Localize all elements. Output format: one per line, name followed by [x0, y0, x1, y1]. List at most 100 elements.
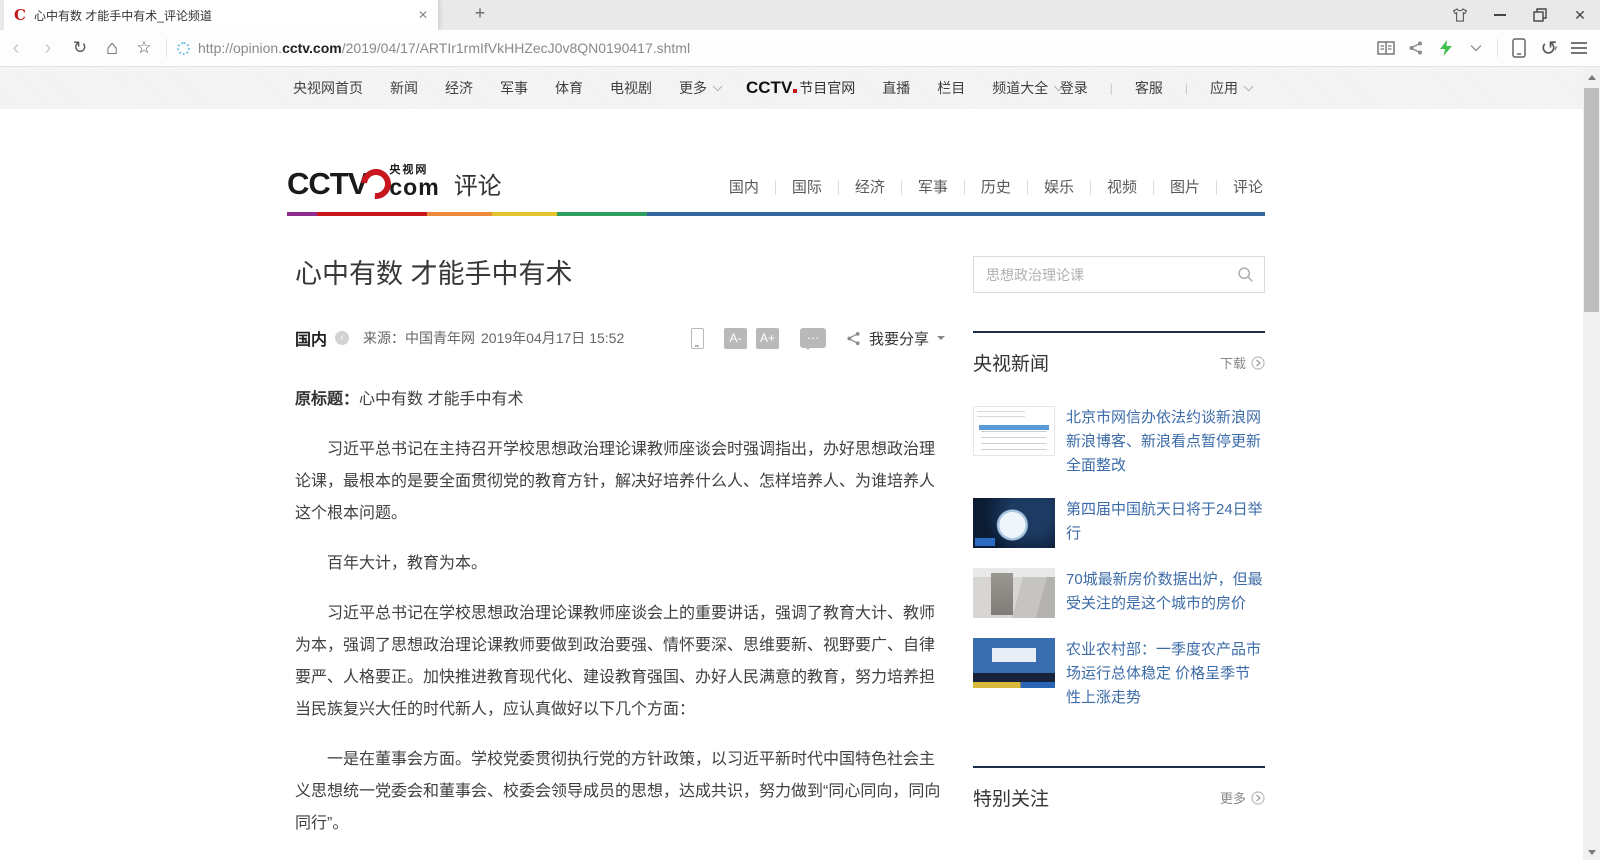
- scroll-down-arrow[interactable]: [1583, 844, 1600, 860]
- search-box: [973, 256, 1265, 293]
- news-item[interactable]: 第四届中国航天日将于24日举行: [973, 498, 1265, 548]
- topnav-item-news[interactable]: 新闻: [390, 78, 418, 98]
- topnav-channels-dropdown[interactable]: 频道大全: [992, 78, 1060, 98]
- news-section-title: 央视新闻: [973, 349, 1049, 376]
- apps-dropdown[interactable]: 应用: [1210, 78, 1250, 98]
- bookmark-star-button[interactable]: ☆: [128, 33, 160, 63]
- more-link[interactable]: 更多: [1220, 788, 1265, 807]
- news-item[interactable]: 北京市网信办依法约谈新浪网 新浪博客、新浪看点暂停更新全面整改: [973, 406, 1265, 478]
- red-dot-icon: [793, 89, 797, 93]
- forward-button[interactable]: ›: [32, 33, 64, 63]
- article: 心中有数 才能手中有术 国内 ‹ 来源：中国青年网 2019年04月17日 15…: [287, 256, 945, 858]
- close-window-button[interactable]: ✕: [1560, 0, 1600, 30]
- accelerator-button[interactable]: [1431, 33, 1461, 63]
- category-label[interactable]: 国内: [295, 326, 327, 350]
- chevron-down-icon: [1244, 81, 1254, 91]
- restore-button[interactable]: [1520, 0, 1560, 30]
- topnav-item-economy[interactable]: 经济: [445, 78, 473, 98]
- search-icon[interactable]: [1237, 266, 1254, 283]
- channel-world[interactable]: 国际: [775, 180, 838, 195]
- topnav-item-live[interactable]: 直播: [882, 78, 910, 98]
- news-title: 70城最新房价数据出炉，但最受关注的是这个城市的房价: [1066, 568, 1265, 618]
- new-tab-button[interactable]: +: [468, 3, 492, 24]
- topnav-right: 登录 | 客服 | 应用: [1060, 67, 1250, 109]
- font-decrease-button[interactable]: A-: [724, 328, 747, 349]
- share-label: 我要分享: [869, 328, 929, 349]
- news-list: 北京市网信办依法约谈新浪网 新浪博客、新浪看点暂停更新全面整改 第四届中国航天日…: [973, 406, 1265, 710]
- topnav-item-home[interactable]: 央视网首页: [293, 78, 363, 98]
- tab-close-icon[interactable]: ✕: [418, 8, 428, 22]
- browser-titlebar: C 心中有数 才能手中有术_评论频道 ✕ + ✕: [0, 0, 1600, 30]
- channel-opinion[interactable]: 评论: [1216, 180, 1265, 195]
- topnav-item-military[interactable]: 军事: [500, 78, 528, 98]
- theme-tshirt-button[interactable]: [1440, 0, 1480, 30]
- restore-tabs-button[interactable]: ↺▾: [1534, 33, 1564, 63]
- category-badge-icon[interactable]: ‹: [335, 331, 349, 345]
- news-thumb-document: [973, 406, 1055, 456]
- font-increase-button[interactable]: A+: [756, 328, 779, 349]
- site-info-icon[interactable]: [177, 42, 190, 55]
- mobile-read-icon[interactable]: [691, 328, 704, 349]
- menu-button[interactable]: [1564, 33, 1594, 63]
- news-item[interactable]: 农业农村部：一季度农产品市场运行总体稳定 价格呈季节性上涨走势: [973, 638, 1265, 710]
- service-link[interactable]: 客服: [1135, 78, 1163, 98]
- original-title-line: 原标题：心中有数 才能手中有术: [295, 384, 945, 416]
- channel-history[interactable]: 历史: [964, 180, 1027, 195]
- original-title-text: 心中有数 才能手中有术: [359, 391, 523, 408]
- scrollbar[interactable]: [1583, 67, 1600, 860]
- reading-mode-button[interactable]: [1371, 33, 1401, 63]
- browser-tab[interactable]: C 心中有数 才能手中有术_评论频道 ✕: [4, 0, 438, 30]
- topnav-item-tv[interactable]: 电视剧: [610, 78, 652, 98]
- main-columns: 心中有数 才能手中有术 国内 ‹ 来源：中国青年网 2019年04月17日 15…: [287, 256, 1265, 858]
- mobile-view-button[interactable]: [1504, 33, 1534, 63]
- topnav-more-dropdown[interactable]: 更多: [679, 78, 719, 98]
- tools-divider: [1497, 39, 1498, 57]
- topnav-left: 央视网首页 新闻 经济 军事 体育 电视剧 更多 CCTV节目官网 直播 栏目 …: [293, 67, 1087, 109]
- channel-economy[interactable]: 经济: [838, 180, 901, 195]
- lightning-icon: [1439, 40, 1453, 56]
- article-title: 心中有数 才能手中有术: [295, 256, 945, 292]
- date-text: 2019年04月17日 15:52: [481, 328, 624, 348]
- reading-mode-icon: [1377, 41, 1395, 55]
- topnav-item-columns[interactable]: 栏目: [937, 78, 965, 98]
- news-item[interactable]: 70城最新房价数据出炉，但最受关注的是这个城市的房价: [973, 568, 1265, 618]
- refresh-button[interactable]: ↻: [64, 33, 96, 63]
- chevron-down-icon: [1470, 44, 1482, 52]
- tshirt-icon: [1451, 6, 1469, 24]
- channel-ent[interactable]: 娱乐: [1027, 180, 1090, 195]
- paragraph: 一是在董事会方面。学校党委贯彻执行党的方针政策，以习近平新时代中国特色社会主义思…: [295, 744, 945, 840]
- share-control[interactable]: 我要分享: [846, 328, 945, 349]
- topnav-item-sports[interactable]: 体育: [555, 78, 583, 98]
- cctv-program-logo[interactable]: CCTV节目官网: [746, 78, 855, 98]
- sidebar: 央视新闻 下载 北京市网信办依法约谈新浪网 新浪博客、新浪看点暂停更新全面整改 …: [973, 256, 1265, 858]
- minimize-icon: [1494, 14, 1506, 16]
- search-input[interactable]: [986, 267, 1237, 283]
- circle-chevron-icon: [1251, 791, 1265, 805]
- source-text: 来源：中国青年网: [363, 328, 475, 348]
- channel-video[interactable]: 视频: [1090, 180, 1153, 195]
- share-nodes-icon: [846, 331, 861, 346]
- scroll-up-arrow[interactable]: [1583, 69, 1600, 85]
- back-button[interactable]: ‹: [0, 33, 32, 63]
- login-link[interactable]: 登录: [1060, 78, 1088, 98]
- url-prefix: http://opinion.: [198, 40, 282, 56]
- home-button[interactable]: ⌂: [96, 33, 128, 63]
- page-viewport: 央视网首页 新闻 经济 军事 体育 电视剧 更多 CCTV节目官网 直播 栏目 …: [0, 67, 1600, 860]
- channel-domestic[interactable]: 国内: [713, 180, 775, 195]
- share-page-button[interactable]: [1401, 33, 1431, 63]
- article-tools: A- A+ … 我要分享: [691, 328, 945, 349]
- article-body: 原标题：心中有数 才能手中有术 习近平总书记在主持召开学校思想政治理论课教师座谈…: [295, 384, 945, 840]
- special-section-title: 特别关注: [973, 784, 1049, 811]
- news-section-header: 央视新闻 下载: [973, 331, 1265, 376]
- scroll-thumb[interactable]: [1584, 88, 1599, 312]
- chevron-down-icon: [713, 81, 723, 91]
- minimize-button[interactable]: [1480, 0, 1520, 30]
- channel-military[interactable]: 军事: [901, 180, 964, 195]
- channel-photo[interactable]: 图片: [1153, 180, 1216, 195]
- url-text[interactable]: http://opinion.cctv.com/2019/04/17/ARTIr…: [198, 40, 690, 56]
- news-title: 北京市网信办依法约谈新浪网 新浪博客、新浪看点暂停更新全面整改: [1066, 406, 1265, 478]
- download-link[interactable]: 下载: [1220, 353, 1265, 372]
- toolbar-expand-button[interactable]: [1461, 33, 1491, 63]
- cctv-com-logo[interactable]: CCTV 央视网 com 评论: [287, 165, 502, 199]
- comments-button[interactable]: …: [800, 328, 826, 348]
